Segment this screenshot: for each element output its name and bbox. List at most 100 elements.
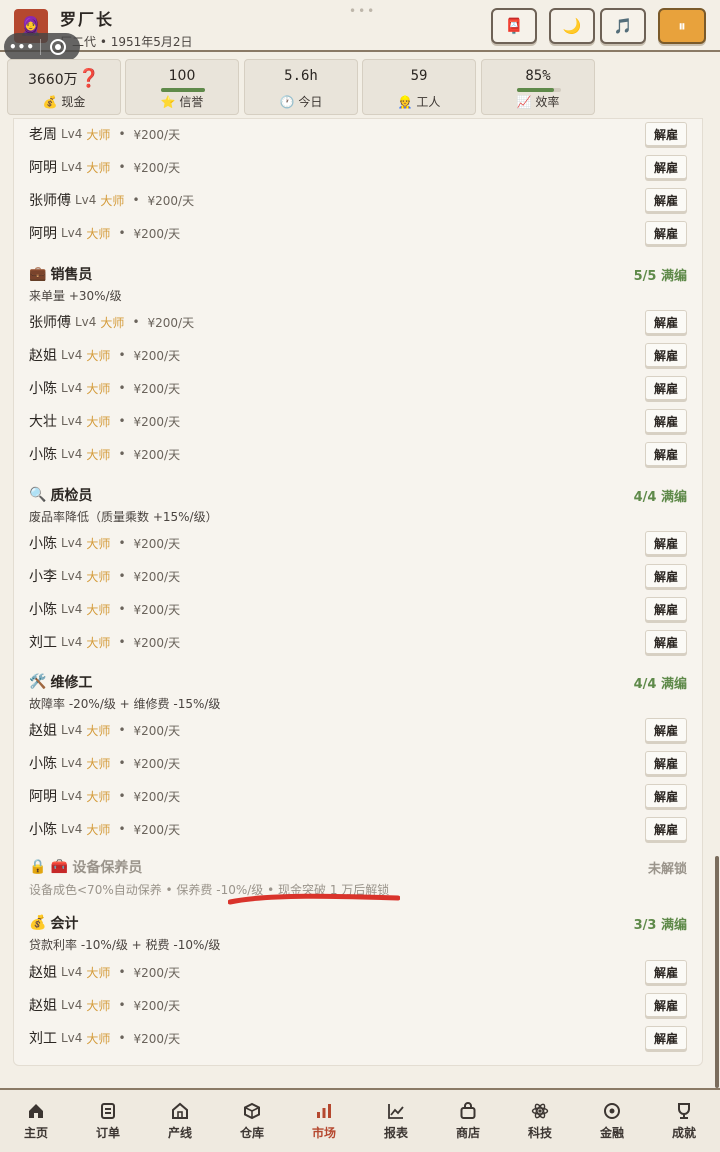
fire-button[interactable]: 解雇 <box>645 122 687 146</box>
stat-efficiency-label-wrap: 📈 效率 <box>482 93 594 110</box>
worker-name: 张师傅 <box>29 315 71 331</box>
fire-button[interactable]: 解雇 <box>645 409 687 433</box>
stat-reputation[interactable]: 100 ⭐ 信誉 <box>125 59 239 115</box>
worker-rank: 大师 <box>86 536 111 551</box>
separator-dot: • <box>118 1031 126 1045</box>
nav-item-4[interactable]: 市场 <box>288 1090 360 1152</box>
separator-dot: • <box>132 193 140 207</box>
worker-wage: ¥200/天 <box>147 315 195 330</box>
nav-item-9[interactable]: 成就 <box>648 1090 720 1152</box>
section-title: 会计 <box>50 916 79 932</box>
section-header-inspector: 🔍 质检员 4/4 满编 <box>29 484 687 506</box>
worker-level: Lv4 <box>61 127 83 141</box>
worker-level: Lv4 <box>61 1031 83 1045</box>
worker-rank: 大师 <box>86 381 111 396</box>
fire-button[interactable]: 解雇 <box>645 564 687 588</box>
pause-button[interactable]: ⏸ <box>658 8 706 44</box>
nav-item-8[interactable]: 金融 <box>576 1090 648 1152</box>
stat-efficiency[interactable]: 85% 📈 效率 <box>481 59 595 115</box>
worker-row: 小陈 Lv4 大师 • ¥200/天 解雇 <box>29 439 687 469</box>
drag-handle-icon[interactable]: ••• <box>349 4 376 18</box>
worker-wage: ¥200/天 <box>133 127 181 142</box>
worker-row: 赵姐 Lv4 大师 • ¥200/天 解雇 <box>29 990 687 1020</box>
section-header-maintainer: 🔒 🧰 设备保养员 未解锁 <box>29 856 687 878</box>
stat-today[interactable]: 5.6h 🕐 今日 <box>244 59 358 115</box>
separator-dot: • <box>118 965 126 979</box>
separator-dot: • <box>118 536 126 550</box>
worker-row: 赵姐 Lv4 大师 • ¥200/天 解雇 <box>29 340 687 370</box>
worker-wage: ¥200/天 <box>133 569 181 584</box>
stat-today-label: 今日 <box>298 95 323 109</box>
mailbox-button[interactable]: 📮 <box>491 8 537 44</box>
section-capacity: 未解锁 <box>647 862 687 877</box>
night-mode-button[interactable]: 🌙 <box>549 8 595 44</box>
worker-wage: ¥200/天 <box>133 414 181 429</box>
worker-wage: ¥200/天 <box>133 536 181 551</box>
worker-wage: ¥200/天 <box>133 635 181 650</box>
nav-item-5[interactable]: 报表 <box>360 1090 432 1152</box>
worker-rank: 大师 <box>86 635 111 650</box>
separator-dot: • <box>132 315 140 329</box>
fire-button[interactable]: 解雇 <box>645 751 687 775</box>
separator-dot: • <box>118 569 126 583</box>
worker-level: Lv4 <box>61 822 83 836</box>
separator-dot: • <box>118 160 126 174</box>
fire-button[interactable]: 解雇 <box>645 960 687 984</box>
worker-level: Lv4 <box>75 315 97 329</box>
fire-button[interactable]: 解雇 <box>645 718 687 742</box>
nav-item-7[interactable]: 科技 <box>504 1090 576 1152</box>
music-button[interactable]: 🎵 <box>600 8 646 44</box>
nav-item-1[interactable]: 订单 <box>72 1090 144 1152</box>
worker-rank: 大师 <box>86 414 111 429</box>
section-header-repairman: 🛠️ 维修工 4/4 满编 <box>29 671 687 693</box>
worker-wage: ¥200/天 <box>133 965 181 980</box>
section-description: 贷款利率 -10%/级 + 税费 -10%/级 <box>29 938 221 952</box>
fire-button[interactable]: 解雇 <box>645 188 687 212</box>
worker-level: Lv4 <box>61 348 83 362</box>
worker-rank: 大师 <box>86 160 111 175</box>
nav-item-2[interactable]: 产线 <box>144 1090 216 1152</box>
fire-button[interactable]: 解雇 <box>645 376 687 400</box>
worker-row: 赵姐 Lv4 大师 • ¥200/天 解雇 <box>29 715 687 745</box>
nav-item-3[interactable]: 仓库 <box>216 1090 288 1152</box>
fire-button[interactable]: 解雇 <box>645 442 687 466</box>
clock-icon: 🕐 <box>279 95 295 109</box>
worker-wage: ¥200/天 <box>133 381 181 396</box>
fire-button[interactable]: 解雇 <box>645 155 687 179</box>
fire-button[interactable]: 解雇 <box>645 597 687 621</box>
section-description: 废品率降低（质量乘数 +15%/级） <box>29 510 218 524</box>
worker-name: 赵姐 <box>29 723 57 739</box>
fire-button[interactable]: 解雇 <box>645 630 687 654</box>
fire-button[interactable]: 解雇 <box>645 343 687 367</box>
fire-button[interactable]: 解雇 <box>645 1026 687 1050</box>
nav-item-0[interactable]: 主页 <box>0 1090 72 1152</box>
fire-button[interactable]: 解雇 <box>645 310 687 334</box>
more-icon[interactable]: ••• <box>4 40 40 54</box>
nav-item-label: 主页 <box>23 1126 48 1140</box>
stat-cash[interactable]: 3660万❓ 💰 现金 <box>7 59 121 115</box>
factory-icon <box>144 1102 216 1122</box>
help-icon[interactable]: ❓ <box>78 68 100 89</box>
scrollbar[interactable] <box>715 856 719 1088</box>
worker-row: 赵姐 Lv4 大师 • ¥200/天 解雇 <box>29 957 687 987</box>
fire-button[interactable]: 解雇 <box>645 531 687 555</box>
worker-wage: ¥200/天 <box>133 723 181 738</box>
fire-button[interactable]: 解雇 <box>645 221 687 245</box>
stat-efficiency-value: 85% <box>525 68 551 84</box>
star-icon: ⭐ <box>160 95 176 109</box>
stat-workers[interactable]: 59 👷 工人 <box>362 59 476 115</box>
fire-button[interactable]: 解雇 <box>645 817 687 841</box>
worker-rank: 大师 <box>86 1031 111 1046</box>
worker-name: 老周 <box>29 127 57 143</box>
close-mini-program-icon[interactable] <box>50 39 66 55</box>
reputation-bar <box>161 88 205 92</box>
section-description: 故障率 -20%/级 + 维修费 -15%/级 <box>29 697 221 711</box>
worker-name: 刘工 <box>29 635 57 651</box>
bottom-nav: 主页 订单 产线 仓库 市场 报表 商店 科技 金融 成就 <box>0 1088 720 1152</box>
worker-rank: 大师 <box>86 756 111 771</box>
nav-item-6[interactable]: 商店 <box>432 1090 504 1152</box>
fire-button[interactable]: 解雇 <box>645 784 687 808</box>
fire-button[interactable]: 解雇 <box>645 993 687 1017</box>
separator-dot: • <box>118 756 126 770</box>
worker-wage: ¥200/天 <box>133 822 181 837</box>
